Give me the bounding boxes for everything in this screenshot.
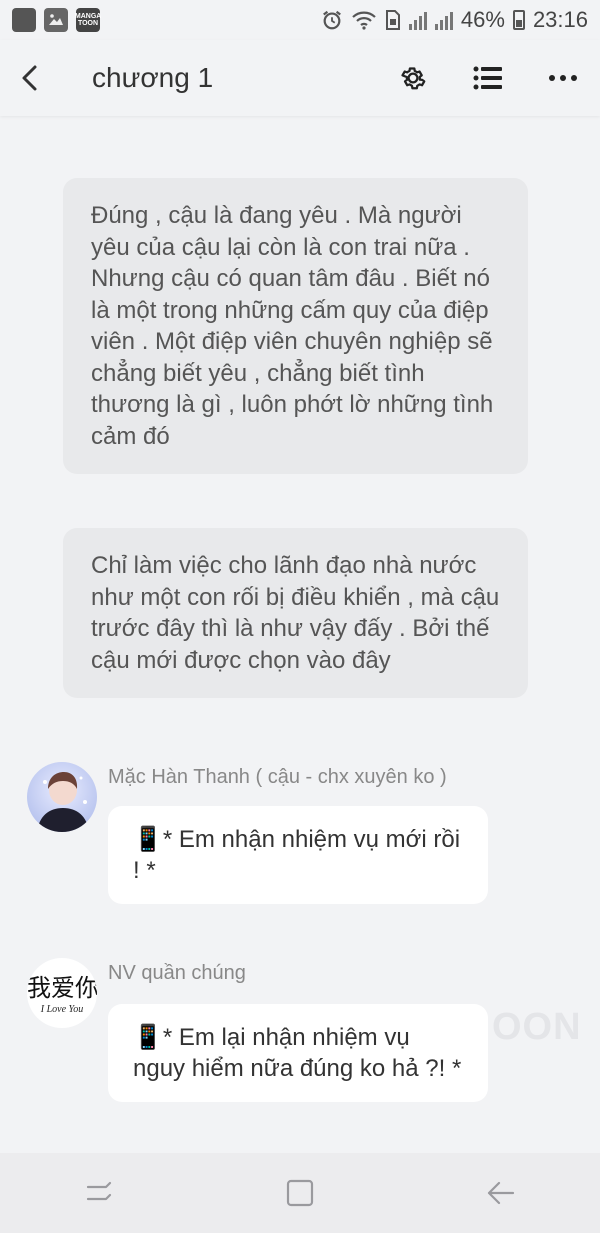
system-back-icon [487,1181,515,1205]
chapter-title: chương 1 [92,62,214,93]
narration-box: Đúng , cậu là đang yêu . Mà người yêu củ… [63,178,528,474]
mangatoon-notification-icon: MANGA TOON [75,8,101,32]
home-icon [286,1179,314,1207]
wifi-icon [352,11,376,30]
settings-button[interactable] [375,40,450,116]
avatar[interactable] [27,762,97,832]
message-text: 📱* Em nhận nhiệm vụ mới rồi ! * [133,826,461,884]
notification-app-icon [12,8,36,32]
recent-apps-button[interactable] [60,1153,140,1233]
sender-name: Mặc Hàn Thanh ( cậu - chx xuyên ko ) [108,766,447,788]
message-bubble[interactable]: 📱* Em lại nhận nhiệm vụ nguy hiểm nữa đú… [108,1004,488,1102]
top-app-bar: chương 1 [0,40,600,116]
signal-strength-icon-2 [434,10,453,30]
gear-icon [400,67,425,90]
signal-strength-icon [408,10,427,30]
avatar[interactable]: 我爱你 I Love You [27,958,97,1028]
more-horizontal-icon [548,75,577,81]
sim-icon [385,10,400,30]
gallery-notification-icon [44,8,68,32]
chapter-list-button[interactable] [450,40,525,116]
status-bar: MANGA TOON 46% 23:16 [0,0,600,40]
mangatoon-watermark: OON [492,1006,582,1048]
system-back-button[interactable] [460,1153,540,1233]
chapter-content[interactable]: Đúng , cậu là đang yêu . Mà người yêu củ… [0,116,600,1153]
message-text: 📱* Em lại nhận nhiệm vụ nguy hiểm nữa đú… [133,1024,462,1082]
clock: 23:16 [532,7,588,32]
narration-text: Chỉ làm việc cho lãnh đạo nhà nước như m… [91,552,500,674]
message-bubble[interactable]: 📱* Em nhận nhiệm vụ mới rồi ! * [108,806,488,904]
more-options-button[interactable] [525,40,600,116]
battery-icon [512,10,525,30]
sender-name: NV quần chúng [108,962,246,984]
list-icon [473,66,502,90]
back-arrow-icon [22,65,37,91]
back-button[interactable] [0,40,60,116]
battery-percentage: 46% [460,7,505,32]
recent-apps-icon [86,1181,112,1201]
system-navigation-bar [0,1153,600,1233]
narration-text: Đúng , cậu là đang yêu . Mà người yêu củ… [91,202,494,450]
home-button[interactable] [260,1153,340,1233]
narration-box: Chỉ làm việc cho lãnh đạo nhà nước như m… [63,528,528,698]
avatar-caption: I Love You [40,1004,84,1015]
alarm-icon [322,10,341,30]
avatar-calligraphy: 我爱你 [27,974,97,1002]
